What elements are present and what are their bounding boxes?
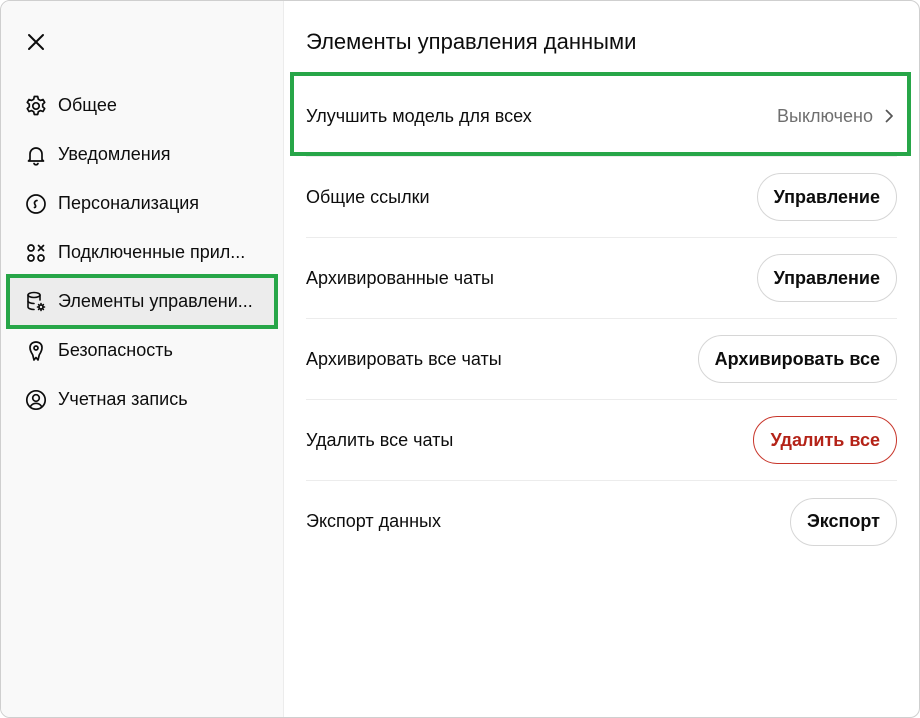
sidebar-item-data-controls[interactable]: Элементы управлени... — [6, 274, 278, 329]
sidebar-item-security[interactable]: Безопасность — [9, 326, 275, 375]
export-data-row: Экспорт данных Экспорт — [306, 481, 897, 562]
delete-all-row: Удалить все чаты Удалить все — [306, 400, 897, 481]
sidebar-item-label: Уведомления — [58, 144, 171, 164]
archive-all-row: Архивировать все чаты Архивировать все — [306, 319, 897, 400]
sidebar-item-notifications[interactable]: Уведомления — [9, 130, 275, 179]
archived-chats-label: Архивированные чаты — [306, 267, 494, 288]
sidebar-item-label: Безопасность — [58, 340, 173, 360]
manage-shared-links-button[interactable]: Управление — [756, 173, 897, 221]
sidebar-item-label: Общее — [58, 95, 117, 115]
personalization-icon — [23, 191, 49, 217]
connected-apps-icon — [23, 240, 49, 266]
archive-all-button[interactable]: Архивировать все — [697, 335, 897, 383]
delete-all-label: Удалить все чаты — [306, 429, 454, 450]
sidebar-item-label: Персонализация — [58, 193, 200, 213]
improve-model-status: Выключено — [777, 105, 873, 126]
chevron-right-icon — [885, 109, 893, 123]
shield-icon — [23, 338, 49, 364]
sidebar-item-label: Подключенные прил... — [58, 242, 246, 262]
bell-icon — [23, 142, 49, 168]
archived-chats-row: Архивированные чаты Управление — [306, 238, 897, 319]
improve-model-row[interactable]: Улучшить модель для всех Выключено — [306, 76, 897, 157]
close-icon — [28, 34, 44, 50]
sidebar-item-label: Учетная запись — [58, 389, 188, 409]
sidebar-item-connected-apps[interactable]: Подключенные прил... — [9, 228, 275, 277]
page-title: Элементы управления данными — [306, 29, 637, 54]
improve-model-toggle[interactable]: Выключено — [777, 106, 897, 127]
shared-links-label: Общие ссылки — [306, 186, 430, 207]
export-button[interactable]: Экспорт — [789, 497, 897, 546]
manage-archived-chats-button[interactable]: Управление — [756, 254, 897, 302]
settings-sidebar: Общее Уведомления Персонализация Подключ… — [1, 1, 284, 717]
user-circle-icon — [23, 387, 49, 413]
sidebar-item-general[interactable]: Общее — [9, 81, 275, 130]
close-button[interactable] — [23, 29, 49, 55]
export-data-label: Экспорт данных — [306, 511, 441, 531]
archive-all-label: Архивировать все чаты — [306, 348, 502, 369]
settings-content: Элементы управления данными Улучшить мод… — [285, 1, 919, 717]
shared-links-row: Общие ссылки Управление — [306, 157, 897, 238]
delete-all-button[interactable]: Удалить все — [753, 416, 897, 464]
settings-nav: Общее Уведомления Персонализация Подключ… — [6, 81, 278, 424]
sidebar-item-account[interactable]: Учетная запись — [9, 375, 275, 424]
improve-model-label: Улучшить модель для всех — [306, 105, 532, 126]
sidebar-item-personalization[interactable]: Персонализация — [9, 179, 275, 228]
sidebar-item-label: Элементы управлени... — [58, 291, 253, 311]
database-gear-icon — [23, 289, 49, 315]
gear-icon — [23, 93, 49, 119]
settings-dialog: Общее Уведомления Персонализация Подключ… — [0, 0, 920, 718]
